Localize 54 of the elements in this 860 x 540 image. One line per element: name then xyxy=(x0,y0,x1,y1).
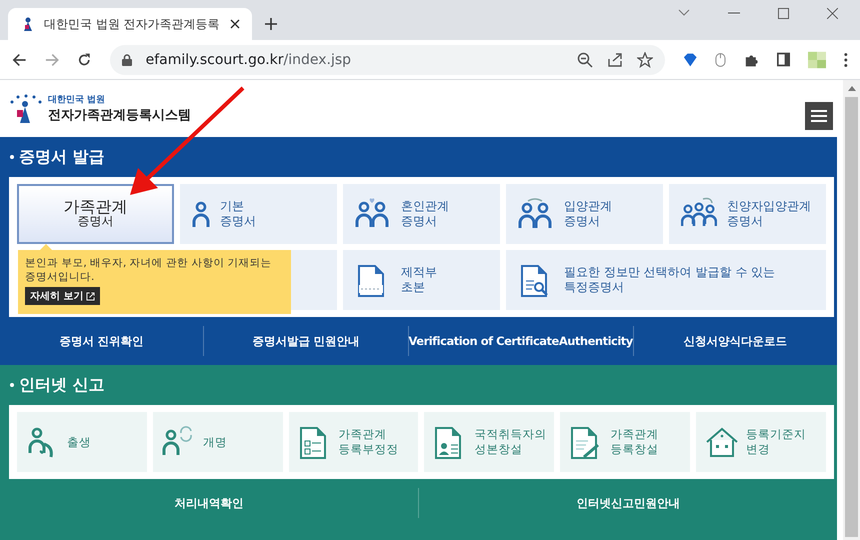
certificate-tile[interactable]: 제적부 초본 xyxy=(343,250,500,310)
star-icon[interactable] xyxy=(636,52,653,68)
browser-tab[interactable]: 대한민국 법원 전자가족관계등록 xyxy=(8,8,252,40)
zoom-out-icon[interactable] xyxy=(576,52,593,68)
report-tile[interactable]: 개명 xyxy=(152,412,283,472)
scrollbar[interactable] xyxy=(843,80,860,540)
new-tab-icon[interactable] xyxy=(264,17,278,31)
menu-button[interactable] xyxy=(805,102,833,130)
logo-icon xyxy=(8,94,44,124)
certificate-tile[interactable]: 친양자입양관계 증명서 xyxy=(669,184,826,244)
diamond-icon[interactable] xyxy=(682,52,698,68)
footer-link[interactable]: Verification of CertificateAuthenticity xyxy=(408,326,633,356)
chevron-down-icon[interactable] xyxy=(678,9,690,17)
tooltip-text: 본인과 부모, 배우자, 자녀에 관한 사항이 기재되는 증명서입니다. xyxy=(25,256,273,284)
scroll-up-icon[interactable] xyxy=(848,86,856,91)
couple-arrows-icon xyxy=(518,197,554,231)
close-icon[interactable] xyxy=(230,19,240,29)
person-icon xyxy=(192,200,210,228)
report-tile[interactable]: 국적취득자의 성본창설 xyxy=(424,412,554,472)
reload-icon[interactable] xyxy=(77,52,92,68)
share-icon[interactable] xyxy=(606,52,623,68)
external-link-icon xyxy=(86,292,96,300)
certificate-tile[interactable]: 가족관계 증명서 xyxy=(17,184,174,244)
organization-name: 대한민국 법원 xyxy=(48,94,106,106)
section-title: 증명서 발급 xyxy=(0,137,837,177)
menu-icon[interactable] xyxy=(844,52,848,68)
house-icon xyxy=(704,425,740,459)
site-title: 전자가족관계등록시스템 xyxy=(48,107,191,124)
side-panel-icon[interactable] xyxy=(776,52,790,67)
section-title: 인터넷 신고 xyxy=(0,365,837,405)
report-tile[interactable]: 등록기준지 변경 xyxy=(696,412,826,472)
footer-link[interactable]: 인터넷신고민원안내 xyxy=(418,488,837,518)
footer-link[interactable]: 증명서 진위확인 xyxy=(0,326,204,356)
footer-link[interactable]: 증명서발급 민원안내 xyxy=(203,326,408,356)
menu-icon xyxy=(811,110,827,122)
address-bar[interactable]: efamily.scourt.go.kr/index.jsp xyxy=(110,44,665,74)
footer-link[interactable]: 처리내역확인 xyxy=(0,488,418,518)
mouse-icon[interactable] xyxy=(715,52,726,68)
maximize-icon[interactable] xyxy=(778,8,789,18)
lock-icon xyxy=(122,54,132,66)
report-tile[interactable]: 가족관계 등록창설 xyxy=(560,412,690,472)
footer-link[interactable]: 신청서양식다운로드 xyxy=(632,326,838,356)
close-icon[interactable] xyxy=(827,8,838,18)
back-icon[interactable] xyxy=(12,52,27,68)
certificate-tile[interactable]: 입양관계 증명서 xyxy=(506,184,663,244)
tab-title: 대한민국 법원 전자가족관계등록 xyxy=(44,16,221,32)
certificate-tile[interactable]: 기본 증명서 xyxy=(180,184,337,244)
minimize-icon[interactable] xyxy=(728,12,740,14)
report-tile[interactable]: 출생 xyxy=(17,412,147,472)
details-button[interactable]: 자세히 보기 xyxy=(25,287,100,305)
certificate-tile[interactable]: 혼인관계 증명서 xyxy=(343,184,500,244)
scrollbar-thumb[interactable] xyxy=(845,97,858,537)
certificate-tile[interactable]: 필요한 정보만 선택하여 발급할 수 있는 특정증명서 xyxy=(506,250,826,310)
report-tile[interactable]: 가족관계 등록부정정 xyxy=(288,412,418,472)
